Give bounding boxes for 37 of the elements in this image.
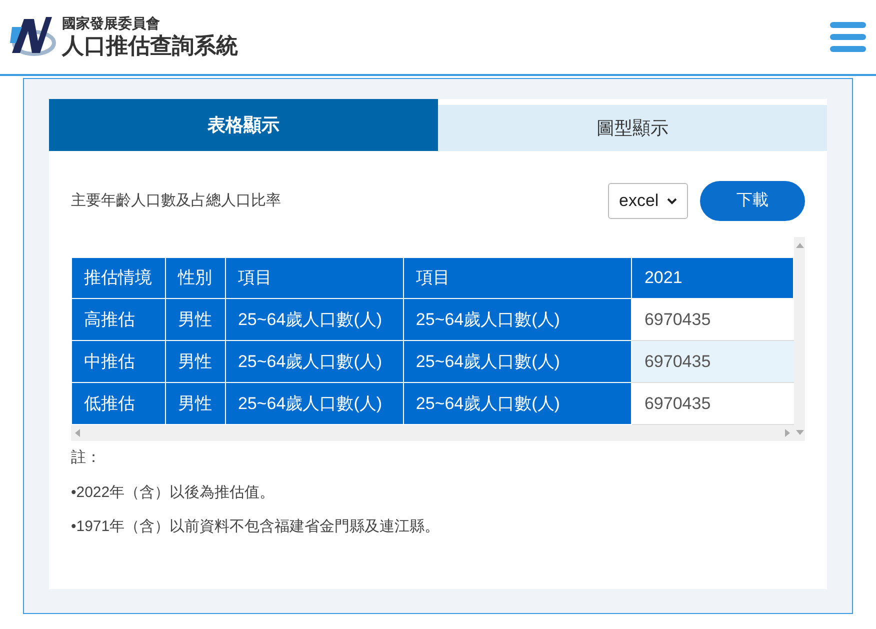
format-select[interactable]: excel [608, 183, 688, 219]
column-header: 項目 [225, 258, 404, 298]
report-title: 主要年齡人口數及占總人口比率 [71, 190, 281, 211]
table-cell: 25~64歲人口數(人) [403, 340, 632, 382]
table-cell: 25~64歲人口數(人) [403, 382, 632, 424]
column-header: 性別 [165, 258, 226, 298]
column-header: 推估情境 [72, 258, 166, 298]
table-cell: 男性 [165, 340, 226, 382]
table-cell: 6970435 [632, 382, 794, 424]
table-cell: 中推估 [72, 340, 166, 382]
table-cell: 25~64歲人口數(人) [225, 298, 404, 340]
table-cell: 男性 [165, 298, 226, 340]
notes-heading: 註： [71, 448, 102, 468]
scroll-left-icon[interactable] [75, 429, 80, 437]
scroll-up-icon[interactable] [796, 243, 804, 248]
column-header: 項目 [403, 258, 632, 298]
note-text: •1971年（含）以前資料不包含福建省金門縣及連江縣。 [71, 517, 441, 537]
tab[interactable]: 表格顯示 [49, 99, 438, 151]
menu-icon[interactable] [830, 22, 866, 52]
scroll-down-icon[interactable] [796, 430, 804, 435]
table-cell: 6970435 [632, 340, 794, 382]
table-cell: 25~64歲人口數(人) [403, 298, 632, 340]
site-title: 人口推估查詢系統 [62, 32, 238, 60]
table-cell: 高推估 [72, 298, 166, 340]
table-cell: 25~64歲人口數(人) [225, 382, 404, 424]
table-cell: 男性 [165, 382, 226, 424]
caret-icon [667, 198, 677, 204]
download-button[interactable]: 下載 [700, 181, 805, 221]
tab[interactable]: 圖型顯示 [438, 105, 827, 151]
table-cell: 25~64歲人口數(人) [225, 340, 404, 382]
horizontal-scrollbar[interactable] [71, 425, 794, 441]
table-cell: 低推估 [72, 382, 166, 424]
vertical-scrollbar[interactable] [794, 237, 805, 441]
organization-name: 國家發展委員會 [62, 14, 161, 32]
scroll-right-icon[interactable] [785, 429, 790, 437]
note-text: •2022年（含）以後為推估值。 [71, 482, 276, 502]
column-header: 2021 [632, 258, 794, 298]
